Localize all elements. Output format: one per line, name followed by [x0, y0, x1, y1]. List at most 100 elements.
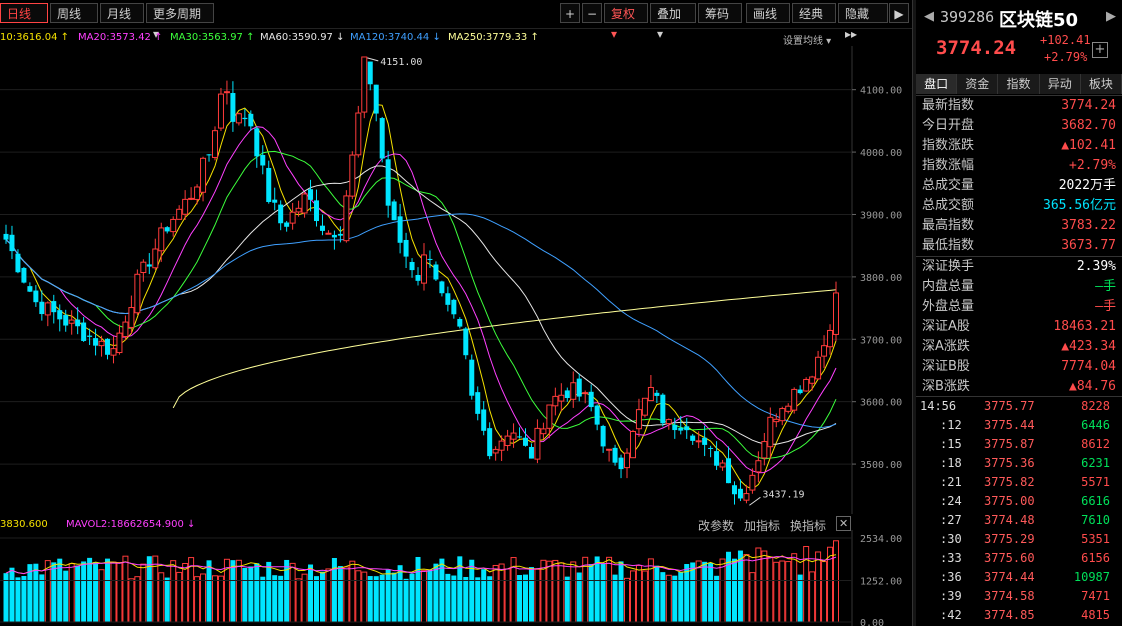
candle — [708, 445, 714, 458]
volume-bar — [9, 567, 15, 622]
candle — [81, 317, 87, 342]
quote-row: 总成交量 2022万手 — [916, 176, 1120, 196]
index-code: 399286 — [940, 8, 995, 26]
candle — [289, 202, 296, 230]
next-stock-icon[interactable]: ▶ — [1106, 9, 1116, 24]
candle — [248, 110, 254, 131]
tab-movement[interactable]: 异动 — [1039, 74, 1081, 94]
chips-button[interactable]: 筹码 — [698, 3, 742, 23]
tick-time: :42 — [940, 608, 962, 622]
candle-body — [833, 292, 839, 335]
zoom-out-button[interactable]: − — [582, 3, 602, 23]
candlestick-chart[interactable]: 4100.00 4000.00 3900.00 3800.00 3700.00 3600.… — [0, 46, 912, 514]
candle-body — [641, 397, 648, 416]
candle — [528, 443, 534, 459]
candle-body — [116, 332, 123, 354]
candle-body — [487, 428, 493, 457]
candle — [641, 397, 648, 418]
add-watchlist-button[interactable]: + — [1092, 42, 1108, 58]
candle-body — [678, 427, 684, 431]
candle-body — [325, 232, 332, 235]
volume-bar — [105, 558, 111, 622]
volume-bar — [248, 566, 254, 622]
quote-row-value: ▲102.41 — [1061, 138, 1116, 153]
volume-bar — [672, 575, 678, 622]
period-tab-weekly[interactable]: 周线 — [50, 3, 98, 23]
candle — [373, 84, 379, 122]
candle-body — [755, 460, 762, 473]
ma-settings-button[interactable]: 设置均线 ▾ — [783, 32, 831, 47]
candle — [27, 282, 33, 293]
period-tab-daily[interactable]: 日线 — [0, 3, 48, 23]
volume-bar — [433, 563, 439, 622]
candle-body — [51, 301, 57, 313]
candle-body — [211, 130, 218, 158]
tick-volume: 10987 — [1073, 570, 1110, 584]
candle — [158, 222, 165, 262]
volume-bar — [773, 561, 780, 623]
candle-body — [415, 275, 421, 281]
prev-stock-icon[interactable]: ◀ — [924, 9, 934, 24]
candle-body — [827, 329, 834, 348]
panel-tabs: 盘口 资金 指数 异动 板块 — [916, 74, 1122, 94]
candle-body — [600, 425, 606, 447]
candle — [576, 373, 582, 402]
tick-volume: 7610 — [1081, 513, 1110, 527]
collapse-panel-icon[interactable]: ▶ — [889, 3, 909, 23]
tick-row: :12 3775.44 6446 — [916, 416, 1120, 435]
candle — [719, 459, 726, 471]
candle — [51, 294, 57, 324]
tab-index[interactable]: 指数 — [998, 74, 1040, 94]
draw-line-button[interactable]: 画线 — [746, 3, 790, 23]
candle — [33, 285, 39, 307]
volume-bar — [68, 563, 75, 623]
candle-body — [635, 409, 642, 430]
volume-bar — [140, 563, 147, 623]
candle-body — [314, 200, 320, 222]
overlay-dropdown[interactable]: 叠加 ▾ — [650, 3, 696, 41]
close-indicator-icon[interactable]: ✕ — [836, 516, 852, 531]
tick-row: :30 3775.29 5351 — [916, 530, 1120, 549]
tab-orderbook[interactable]: 盘口 — [916, 74, 958, 94]
volume-bar — [415, 556, 421, 622]
volume-bar — [546, 560, 553, 623]
classic-button[interactable]: 经典 — [792, 3, 836, 23]
volume-bar — [379, 574, 385, 622]
volume-bar — [343, 566, 350, 623]
candle-body — [517, 436, 523, 438]
volume-bar — [420, 570, 427, 623]
tick-volume: 8228 — [1081, 399, 1110, 413]
candle-body — [665, 419, 672, 425]
tick-row: :21 3775.82 5571 — [916, 473, 1120, 492]
volume-bar — [128, 578, 135, 623]
high-annotation: 4151.00 — [380, 57, 422, 68]
candle — [170, 216, 177, 237]
candle — [570, 371, 577, 408]
vol-tick-label: 0.00 — [860, 618, 884, 626]
candle — [260, 145, 266, 175]
quote-row-label: 外盘总量 — [922, 299, 975, 314]
hide-button[interactable]: 隐藏 ▸▸ — [838, 3, 888, 41]
candle-body — [540, 428, 547, 435]
candle-body — [182, 198, 189, 215]
volume-bar — [206, 560, 212, 622]
volume-chart[interactable]: 2534.00 1252.00 0.00 — [0, 530, 912, 626]
tab-fund-flow[interactable]: 资金 — [957, 74, 999, 94]
tick-volume: 7471 — [1081, 589, 1110, 603]
quote-row-label: 指数涨幅 — [922, 158, 975, 173]
price-tick-label: 4100.00 — [860, 86, 902, 97]
adjust-dropdown[interactable]: 复权 ▾ — [604, 3, 648, 41]
tab-sector[interactable]: 板块 — [1080, 74, 1122, 94]
candle — [504, 429, 511, 451]
more-periods-dropdown[interactable]: 更多周期 ▾ — [146, 3, 214, 41]
candle — [308, 179, 314, 212]
price-tick-label: 3500.00 — [860, 460, 902, 471]
volume-bar — [463, 576, 469, 622]
candle — [690, 433, 696, 445]
volume-bar — [200, 573, 207, 623]
candle — [391, 199, 397, 221]
zoom-in-button[interactable]: + — [560, 3, 580, 23]
volume-bar — [743, 554, 750, 623]
candle-body — [217, 93, 224, 129]
period-tab-monthly[interactable]: 月线 — [100, 3, 144, 23]
